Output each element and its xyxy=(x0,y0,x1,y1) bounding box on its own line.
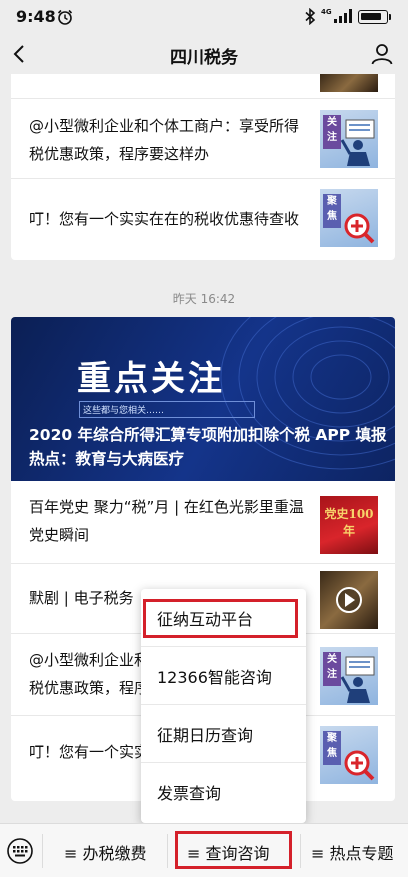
tab-highlight-box xyxy=(175,831,292,869)
bluetooth-icon xyxy=(305,8,316,25)
page-title: 四川税务 xyxy=(170,48,238,68)
banner-caption: 2020 年综合所得汇算专项附加扣除个税 APP 填报热点：教育与大病医疗 xyxy=(29,426,387,468)
magnifier-icon xyxy=(344,750,375,781)
alarm-icon xyxy=(57,9,73,25)
keyboard-icon[interactable] xyxy=(6,838,34,864)
article-thumbnail xyxy=(320,74,378,92)
tab-separator xyxy=(42,834,43,868)
signal-icon xyxy=(334,9,352,23)
article-thumbnail: 聚焦 xyxy=(320,726,378,784)
banner-subheading: 这些都与您相关…… xyxy=(79,401,255,418)
menu-item-label: 征期日历查询 xyxy=(157,726,254,745)
menu-item-label: 发票查询 xyxy=(157,784,222,803)
status-time: 9:48 xyxy=(16,7,56,26)
presenter-icon xyxy=(340,656,375,703)
status-bar: 9:48 4G xyxy=(0,0,408,34)
article-thumbnail: 聚焦 xyxy=(320,189,378,247)
article-card-previous: @小型微利企业和个体工商户：享受所得税优惠政策，程序要这样办 关注 叮！您有一个… xyxy=(11,74,395,260)
article-title: 百年党史 聚力“税”月 | 在红色光影里重温党史瞬间 xyxy=(29,498,304,544)
play-icon[interactable] xyxy=(320,571,378,629)
menu-highlight-box xyxy=(143,599,298,638)
banner-heading: 重点关注 xyxy=(77,359,225,399)
profile-icon[interactable] xyxy=(370,42,394,66)
thumbnail-caption: 党史100年 xyxy=(324,507,374,538)
article-thumbnail: 党史100年 xyxy=(320,496,378,554)
battery-fill xyxy=(361,13,381,20)
article-thumbnail xyxy=(320,571,378,629)
article-title: @小型微利企业和个体工商户：享受所得税优惠政策，程序要这样办 xyxy=(29,117,300,163)
tab-separator xyxy=(300,834,301,868)
article-item[interactable]: 叮！您有一个实实在在的税收优惠待查收 聚焦 xyxy=(11,178,395,260)
nav-bar: 四川税务 xyxy=(0,34,408,74)
article-thumbnail: 关注 xyxy=(320,110,378,168)
tab-tax-payment[interactable]: ≡ 办税缴费 xyxy=(64,840,147,864)
menu-item-invoice-query[interactable]: 发票查询 xyxy=(141,763,306,821)
tab-hot-topics[interactable]: ≡ 热点专题 xyxy=(311,840,394,864)
magnifier-icon xyxy=(344,213,375,244)
menu-item-label: 12366智能咨询 xyxy=(157,668,272,687)
menu-item-12366-consult[interactable]: 12366智能咨询 xyxy=(141,647,306,705)
article-item[interactable]: 百年党史 聚力“税”月 | 在红色光影里重温党史瞬间 党史100年 xyxy=(11,481,395,563)
network-label: 4G xyxy=(321,8,332,16)
tab-separator xyxy=(167,834,168,868)
banner-headline[interactable]: 重点关注 这些都与您相关…… 2020 年综合所得汇算专项附加扣除个税 APP … xyxy=(11,317,395,481)
article-thumbnail: 关注 xyxy=(320,647,378,705)
time-divider: 昨天 16:42 xyxy=(172,292,236,306)
presenter-icon xyxy=(340,119,375,166)
article-title: 叮！您有一个实实在在的税收优惠待查收 xyxy=(29,210,300,228)
menu-item-tax-calendar[interactable]: 征期日历查询 xyxy=(141,705,306,763)
article-item[interactable]: @小型微利企业和个体工商户：享受所得税优惠政策，程序要这样办 关注 xyxy=(11,98,395,178)
battery-icon xyxy=(358,10,391,24)
